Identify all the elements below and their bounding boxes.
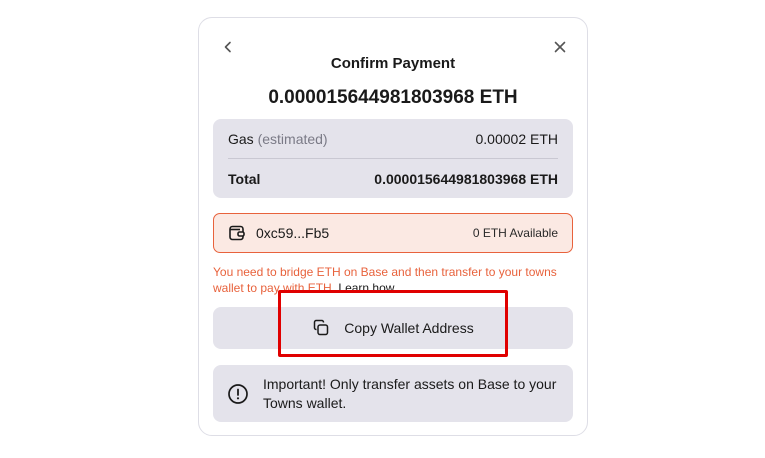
wallet-icon (229, 225, 245, 241)
info-circle-icon (228, 383, 248, 404)
copy-icon-wrap (312, 319, 330, 337)
gas-label-group: Gas (estimated) (228, 131, 328, 147)
transfer-notice: Important! Only transfer assets on Base … (213, 365, 573, 422)
wallet-address: 0xc59...Fb5 (256, 225, 330, 241)
payment-amount: 0.000015644981803968 ETH (268, 87, 518, 108)
copy-button-label: Copy Wallet Address (344, 320, 474, 336)
copy-icon (314, 319, 329, 336)
chevron-left-icon (224, 41, 231, 53)
wallet-selector[interactable]: 0xc59...Fb5 0 ETH Available (213, 213, 573, 253)
page-title: Confirm Payment (330, 55, 456, 72)
wallet-balance: 0 ETH Available (472, 226, 558, 240)
learn-how-link[interactable]: Learn how (338, 281, 394, 295)
payment-summary: Gas (estimated) 0.00002 ETH Total 0.0000… (213, 119, 573, 198)
gas-qualifier: (estimated) (257, 131, 328, 147)
total-value: 0.000015644981803968 ETH (374, 171, 558, 187)
gas-row: Gas (estimated) 0.00002 ETH (228, 131, 558, 147)
gas-value: 0.00002 ETH (475, 131, 559, 147)
transfer-notice-text: Important! Only transfer assets on Base … (263, 375, 557, 411)
info-icon-wrap (227, 383, 249, 405)
total-row: Total 0.000015644981803968 ETH (228, 171, 558, 187)
gas-label: Gas (228, 131, 254, 147)
total-label: Total (228, 171, 261, 187)
copy-wallet-address-button[interactable]: Copy Wallet Address (213, 307, 573, 349)
bridge-warning: You need to bridge ETH on Base and then … (213, 264, 575, 296)
close-icon (554, 41, 566, 53)
confirm-payment-modal: Confirm Payment 0.000015644981803968 ETH… (198, 17, 588, 436)
summary-divider (228, 158, 558, 159)
